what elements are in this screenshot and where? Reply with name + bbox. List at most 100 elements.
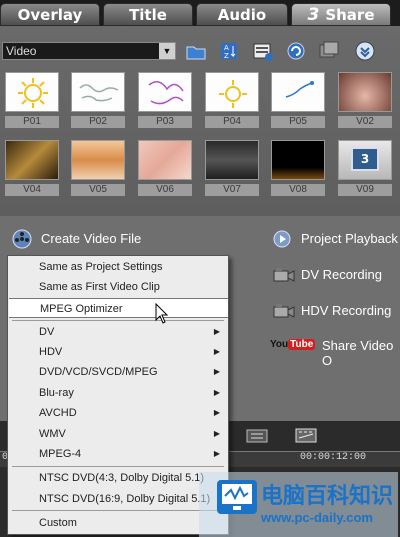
create-video-file-menu: Same as Project Settings Same as First V… — [7, 255, 229, 535]
sort-icon[interactable]: AZ — [218, 40, 240, 62]
library-category-dropdown[interactable]: Video ▼ — [2, 42, 176, 60]
menu-item-label: Custom — [39, 517, 77, 529]
chapter-icon[interactable] — [295, 426, 317, 444]
menu-item-same-as-first-clip[interactable]: Same as First Video Clip — [8, 277, 228, 297]
menu-item-label: MPEG Optimizer — [40, 303, 123, 315]
menu-item-label: MPEG-4 — [39, 448, 82, 460]
tab-overlay[interactable]: Overlay — [0, 3, 100, 26]
submenu-arrow-icon: ▶ — [213, 449, 220, 458]
menu-item-wmv[interactable]: WMV ▶ — [8, 424, 228, 444]
menu-item-avchd[interactable]: AVCHD ▶ — [8, 403, 228, 423]
menu-item-label: Blu-ray — [39, 387, 74, 399]
menu-item-dv[interactable]: DV ▶ — [8, 322, 228, 342]
watermark: 电脑百科知识 www.pc-daily.com — [199, 472, 398, 537]
tab-audio[interactable]: Audio — [196, 3, 288, 26]
thumbnail-v08[interactable] — [271, 140, 325, 180]
timecode-marker: 00:00:12:00 — [300, 452, 367, 463]
tab-share-label: Share — [325, 6, 375, 24]
thumbnail-label: V08 — [271, 184, 325, 196]
submenu-arrow-icon: ▶ — [213, 429, 220, 438]
tab-share[interactable]: 3 Share — [291, 3, 391, 26]
youtube-logo: You Tube — [270, 339, 316, 350]
thumbnail-label: P05 — [271, 116, 325, 128]
capture-icon[interactable] — [285, 40, 307, 62]
menu-item-label: NTSC DVD(16:9, Dolby Digital 5.1) — [39, 493, 211, 505]
menu-separator — [12, 466, 224, 467]
chevron-down-icon[interactable]: ▼ — [159, 43, 175, 59]
menu-item-same-as-project[interactable]: Same as Project Settings — [8, 257, 228, 277]
menu-item-label: HDV — [39, 346, 63, 358]
tab-title-label: Title — [129, 6, 167, 24]
menu-item-ntsc-dvd-4-3[interactable]: NTSC DVD(4:3, Dolby Digital 5.1) — [8, 468, 228, 488]
thumbnail-label: V06 — [138, 184, 192, 196]
list-options-icon[interactable] — [252, 40, 274, 62]
menu-item-label: AVCHD — [39, 407, 77, 419]
thumbnail-label: P04 — [205, 116, 259, 128]
submenu-arrow-icon: ▶ — [213, 408, 220, 417]
menu-item-mpeg4[interactable]: MPEG-4 ▶ — [8, 444, 228, 464]
menu-separator — [12, 510, 224, 511]
menu-item-mpeg-optimizer[interactable]: MPEG Optimizer — [9, 298, 228, 318]
open-folder-icon[interactable] — [185, 40, 207, 62]
thumbnail-v07[interactable] — [205, 140, 259, 180]
menu-separator — [12, 320, 224, 321]
menu-item-label: Same as Project Settings — [39, 261, 163, 273]
thumbnail-p01[interactable] — [5, 72, 59, 112]
thumbnail-label: P02 — [71, 116, 125, 128]
expand-icon[interactable] — [354, 40, 376, 62]
thumbnail-p03[interactable] — [138, 72, 192, 112]
menu-item-ntsc-dvd-16-9[interactable]: NTSC DVD(16:9, Dolby Digital 5.1) — [8, 489, 228, 509]
tab-share-number: 3 — [307, 5, 320, 25]
menu-item-dvd-vcd-svcd-mpeg[interactable]: DVD/VCD/SVCD/MPEG ▶ — [8, 362, 228, 382]
menu-item-label: WMV — [39, 428, 66, 440]
submenu-arrow-icon: ▶ — [213, 327, 220, 336]
thumbnail-label: V07 — [205, 184, 259, 196]
thumbnail-label: V09 — [338, 184, 392, 196]
menu-item-label: DVD/VCD/SVCD/MPEG — [39, 366, 158, 378]
thumbnail-label: V02 — [338, 116, 392, 128]
create-video-file-option[interactable]: Create Video File — [41, 231, 141, 246]
thumbnail-p05[interactable] — [271, 72, 325, 112]
film-reel-icon — [12, 229, 32, 249]
svg-text:A: A — [224, 44, 229, 52]
thumbnail-p02[interactable] — [71, 72, 125, 112]
thumbnail-v02[interactable] — [338, 72, 392, 112]
playback-icon — [272, 229, 292, 248]
submenu-arrow-icon: ▶ — [213, 388, 220, 397]
thumbnail-v06[interactable] — [138, 140, 192, 180]
svg-text:Z: Z — [224, 52, 229, 60]
menu-item-hdv[interactable]: HDV ▶ — [8, 342, 228, 362]
camcorder-icon — [272, 265, 295, 283]
tab-overlay-label: Overlay — [17, 6, 83, 24]
dv-recording-option[interactable]: DV Recording — [301, 267, 382, 282]
submenu-arrow-icon: ▶ — [213, 347, 220, 356]
library-category-value: Video — [6, 44, 37, 58]
project-playback-option[interactable]: Project Playback — [301, 231, 398, 246]
step-tabs-bar: Overlay Title Audio 3 Share — [0, 0, 400, 26]
watermark-url: www.pc-daily.com — [261, 510, 373, 525]
share-badge: 3 — [351, 147, 379, 171]
thumbnail-v05[interactable] — [71, 140, 125, 180]
share-video-option[interactable]: Share Video O — [322, 338, 400, 368]
thumbnail-label: V05 — [71, 184, 125, 196]
hdv-camcorder-icon — [272, 301, 295, 319]
import-icon[interactable] — [318, 40, 340, 62]
thumbnail-label: P01 — [5, 116, 59, 128]
thumbnail-label: P03 — [138, 116, 192, 128]
menu-item-label: DV — [39, 326, 55, 338]
mouse-cursor-icon — [155, 302, 169, 325]
submenu-arrow-icon: ▶ — [213, 367, 220, 376]
tab-audio-label: Audio — [217, 6, 267, 24]
menu-item-blu-ray[interactable]: Blu-ray ▶ — [8, 383, 228, 403]
thumbnail-v04[interactable] — [5, 140, 59, 180]
tab-title[interactable]: Title — [103, 3, 193, 26]
thumbnail-v09[interactable]: 3 — [338, 140, 392, 180]
thumbnail-p04[interactable] — [205, 72, 259, 112]
thumbnail-label: V04 — [5, 184, 59, 196]
monitor-logo-icon — [217, 480, 257, 514]
watermark-title: 电脑百科知识 — [261, 484, 394, 509]
audio-mixer-icon[interactable] — [246, 426, 268, 444]
menu-item-label: NTSC DVD(4:3, Dolby Digital 5.1) — [39, 472, 205, 484]
menu-item-custom[interactable]: Custom — [8, 513, 228, 533]
hdv-recording-option[interactable]: HDV Recording — [301, 303, 391, 318]
